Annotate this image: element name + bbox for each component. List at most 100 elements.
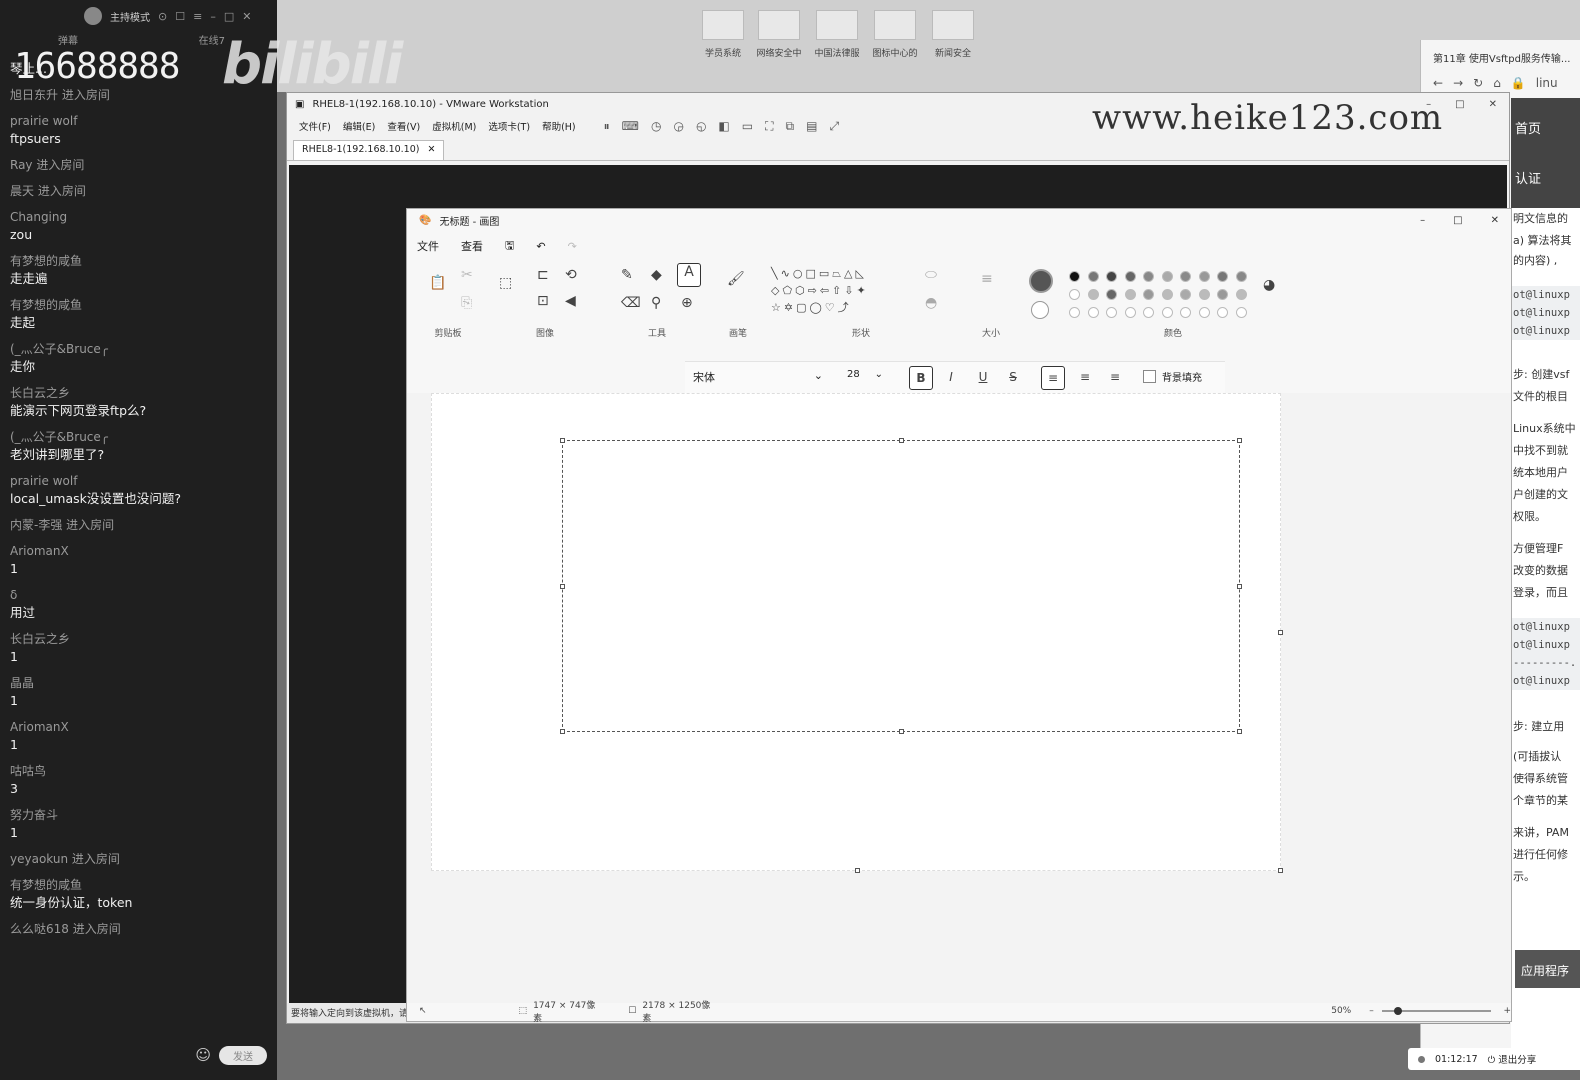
strikethrough-button[interactable]: S [1001, 366, 1025, 390]
terminal-icon[interactable]: ▤ [806, 119, 817, 134]
shapes-gallery[interactable]: ╲∿○□▭⏢△◺ ◇⬠⬡⇨⇦⇧⇩✦ ☆✡▢◯♡⤴ [771, 265, 869, 316]
color-swatch[interactable] [1161, 289, 1173, 300]
menu-tabs[interactable]: 选项卡(T) [488, 119, 530, 133]
snapshot-revert-icon[interactable]: ◶ [673, 119, 683, 134]
menu-file[interactable]: 文件(F) [299, 119, 331, 133]
color-swatch[interactable] [1198, 289, 1210, 300]
resize-handle[interactable] [1237, 584, 1242, 589]
send-keys-icon[interactable]: ⌨ [622, 119, 639, 134]
desktop-icon[interactable]: 图标中心的 [867, 10, 923, 59]
zoom-slider-thumb[interactable] [1393, 1007, 1402, 1015]
magnifier-icon[interactable]: ⊕ [681, 295, 693, 311]
pencil-icon[interactable]: ✎ [621, 267, 633, 283]
menu-view[interactable]: 查看 [461, 235, 483, 257]
italic-button[interactable]: I [939, 366, 963, 390]
resize-handle[interactable] [560, 438, 565, 443]
color-swatch[interactable] [1217, 289, 1228, 300]
canvas-resize-handle[interactable] [1278, 630, 1283, 635]
color-picker-icon[interactable]: ⚲ [651, 295, 661, 311]
console-icon[interactable]: ▭ [742, 119, 753, 134]
secondary-color[interactable] [1031, 301, 1049, 319]
underline-button[interactable]: U [971, 366, 995, 390]
flip-icon[interactable]: ◀ [565, 293, 576, 309]
tab-vm[interactable]: RHEL8-1(192.168.10.10) ✕ [293, 140, 445, 160]
rotate-icon[interactable]: ⟲ [565, 267, 577, 283]
canvas[interactable] [431, 393, 1283, 873]
checkbox[interactable] [1143, 370, 1156, 383]
color-swatch[interactable] [1143, 289, 1154, 300]
minimize-icon[interactable]: – [210, 10, 216, 23]
close-icon[interactable]: ✕ [1491, 215, 1499, 226]
resize-icon[interactable]: ⊡ [537, 293, 549, 309]
brush-icon[interactable]: 🖌 [727, 271, 745, 287]
color-swatch[interactable] [1235, 271, 1247, 282]
canvas-resize-handle[interactable] [855, 868, 860, 873]
color-swatch[interactable] [1106, 307, 1117, 318]
menu-edit[interactable]: 编辑(E) [343, 119, 375, 133]
close-icon[interactable]: ✕ [242, 10, 251, 23]
menu-help[interactable]: 帮助(H) [542, 119, 576, 133]
resize-handle[interactable] [1237, 729, 1242, 734]
color-swatch[interactable] [1143, 271, 1154, 282]
stretch-icon[interactable]: ⤢ [829, 119, 839, 134]
pause-icon[interactable]: ⏸ [604, 119, 610, 134]
snapshot-icon[interactable]: ◷ [651, 119, 661, 134]
close-tab-icon[interactable]: ✕ [427, 144, 435, 157]
resize-handle[interactable] [1237, 438, 1242, 443]
resize-handle[interactable] [560, 584, 565, 589]
crop-icon[interactable]: ⊏ [537, 267, 549, 283]
shape-fill-icon[interactable]: ◓ [925, 295, 937, 311]
edit-icon[interactable]: ☐ [175, 10, 185, 23]
color-swatch[interactable] [1217, 307, 1228, 318]
fullscreen-icon[interactable]: ⛶ [765, 119, 773, 134]
settings-icon[interactable]: ⊙ [158, 10, 167, 23]
minimize-icon[interactable]: – [1420, 215, 1425, 226]
align-center-button[interactable]: ≡ [1073, 366, 1097, 390]
unity-icon[interactable]: ⧉ [786, 119, 795, 134]
color-swatch[interactable] [1069, 289, 1080, 300]
menu-vm[interactable]: 虚拟机(M) [432, 119, 476, 133]
edit-colors-icon[interactable]: ◕ [1263, 277, 1275, 293]
desktop-icon[interactable]: 网络安全中 [751, 10, 807, 59]
close-icon[interactable]: ✕ [1489, 99, 1497, 110]
color-swatch[interactable] [1087, 307, 1099, 318]
zoom-slider[interactable] [1381, 1007, 1492, 1015]
app-button[interactable]: 应用程序 [1515, 950, 1580, 988]
send-button[interactable]: 发送 [219, 1045, 267, 1065]
canvas-resize-handle[interactable] [1278, 868, 1283, 873]
align-right-button[interactable]: ≡ [1103, 366, 1127, 390]
maximize-icon[interactable]: □ [224, 10, 234, 23]
color-swatch[interactable] [1235, 307, 1247, 318]
color-swatch[interactable] [1180, 271, 1191, 282]
eraser-icon[interactable]: ⌫ [621, 295, 641, 311]
desktop-icon[interactable]: 中国法律服 [809, 10, 865, 59]
color-swatch[interactable] [1180, 307, 1191, 318]
font-select[interactable]: 宋体 ⌄ [693, 369, 823, 385]
color-swatch[interactable] [1235, 289, 1247, 300]
desktop-icon[interactable]: 学员系统 [695, 10, 751, 59]
color-swatch[interactable] [1198, 271, 1210, 282]
cut-icon[interactable]: ✂ [461, 267, 473, 283]
align-left-button[interactable]: ≡ [1041, 366, 1065, 390]
color-swatch[interactable] [1161, 271, 1173, 282]
copy-icon[interactable]: ⎘ [461, 295, 472, 311]
paste-icon[interactable]: 📋 [429, 275, 446, 291]
address-fragment[interactable]: linu [1536, 76, 1558, 96]
nav-home-link[interactable]: 首页 [1515, 118, 1541, 137]
color-swatch[interactable] [1180, 289, 1191, 300]
background-fill-toggle[interactable]: 背景填充 [1143, 369, 1202, 384]
library-icon[interactable]: ◧ [718, 119, 729, 134]
zoom-out-icon[interactable]: – [1369, 1006, 1374, 1016]
text-box[interactable] [560, 438, 1242, 734]
menu-icon[interactable]: ≡ [193, 10, 202, 23]
maximize-icon[interactable]: □ [1453, 215, 1462, 226]
fill-icon[interactable]: ◆ [651, 267, 662, 283]
color-swatch[interactable] [1106, 271, 1117, 282]
snapshot-manager-icon[interactable]: ◵ [696, 119, 706, 134]
bold-button[interactable]: B [909, 366, 933, 390]
font-size-select[interactable]: 28 ⌄ [847, 369, 883, 380]
zoom-in-icon[interactable]: + [1503, 1006, 1511, 1016]
color-swatch[interactable] [1217, 271, 1228, 282]
color-swatch[interactable] [1069, 271, 1080, 282]
undo-icon[interactable]: ↶ [536, 237, 545, 256]
